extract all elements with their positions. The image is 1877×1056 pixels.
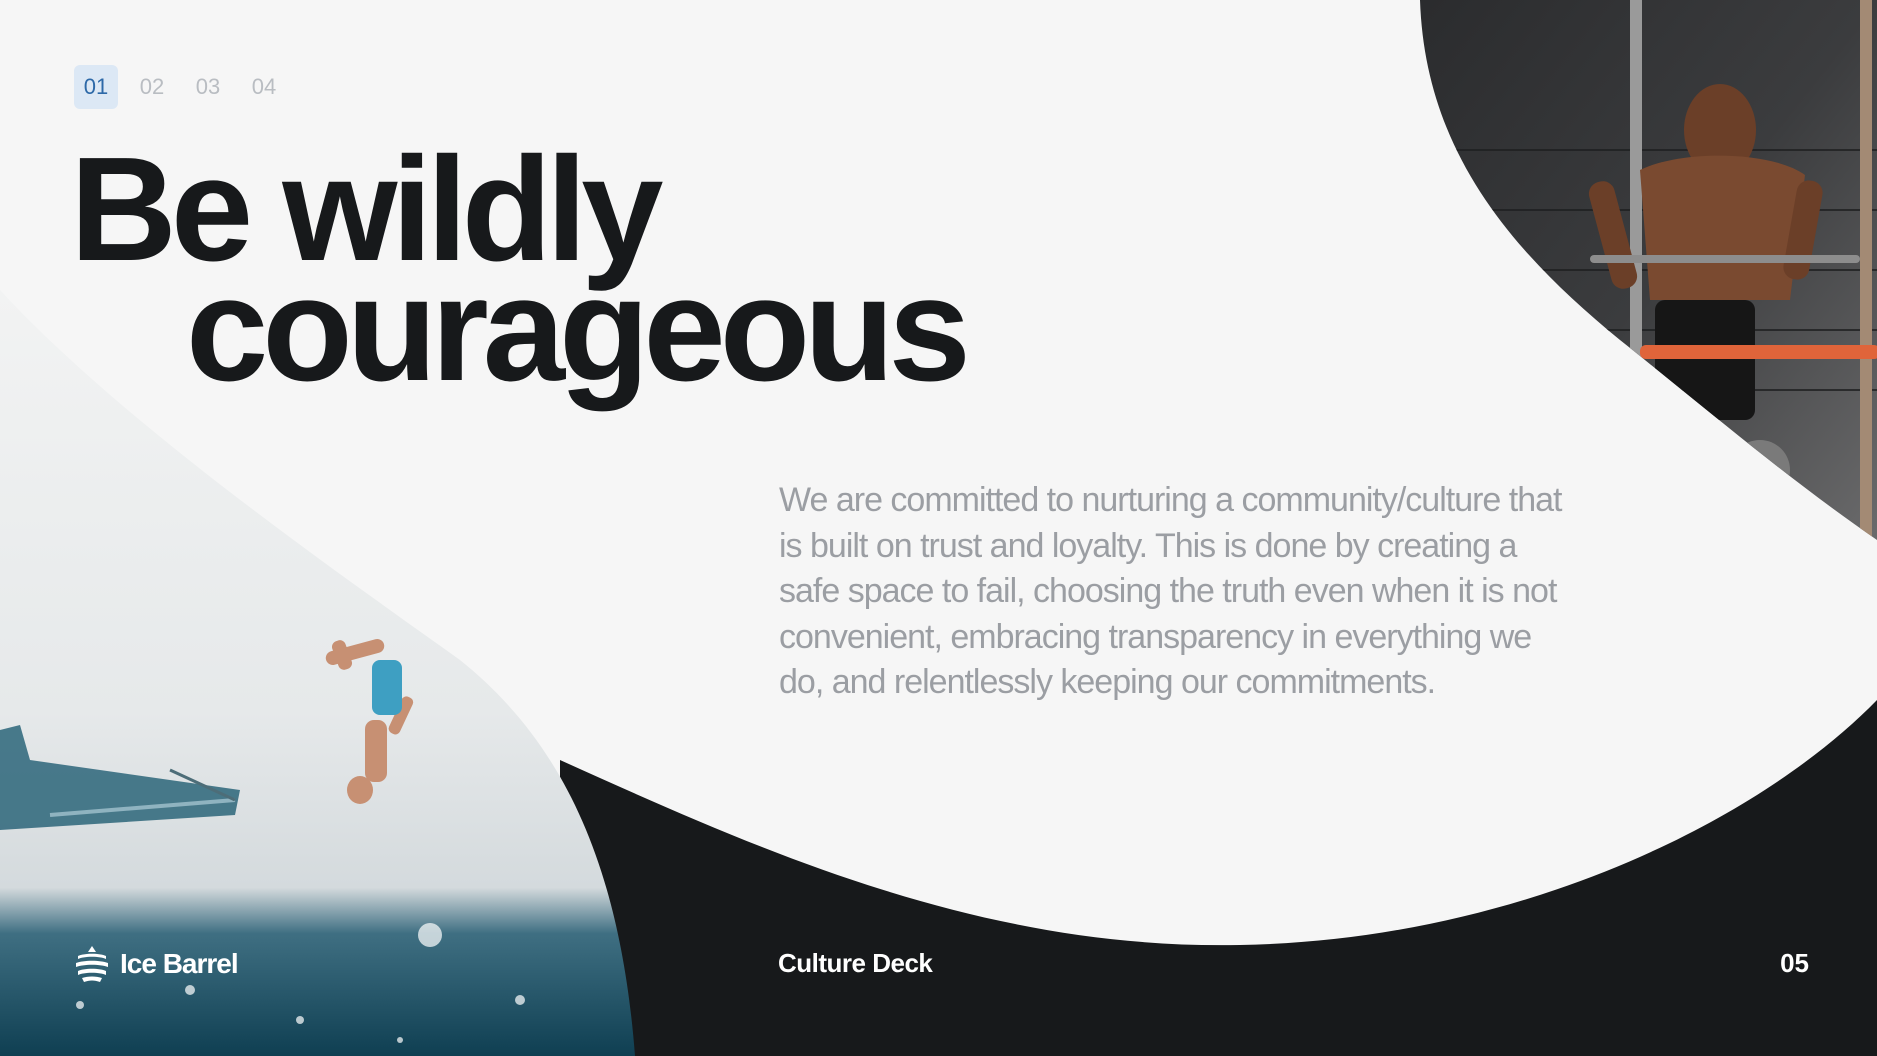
slide: 01 02 03 04 Be wildly courageous We are … [0,0,1877,1056]
title-line-2: courageous [186,247,971,412]
dark-wave [560,700,1877,1056]
page-title: Be wildly courageous [70,136,971,412]
tab-04[interactable]: 04 [242,65,286,109]
tab-01[interactable]: 01 [74,65,118,109]
brand-name: Ice Barrel [120,948,239,979]
ice-barrel-logo-icon [76,946,108,982]
page-tabs: 01 02 03 04 [74,65,286,109]
tab-03[interactable]: 03 [186,65,230,109]
deck-title: Culture Deck [778,948,933,978]
page-number: 05 [1780,948,1809,978]
brand-logo: Ice Barrel [74,944,239,984]
tab-02[interactable]: 02 [130,65,174,109]
body-paragraph: We are committed to nurturing a communit… [779,481,1563,701]
